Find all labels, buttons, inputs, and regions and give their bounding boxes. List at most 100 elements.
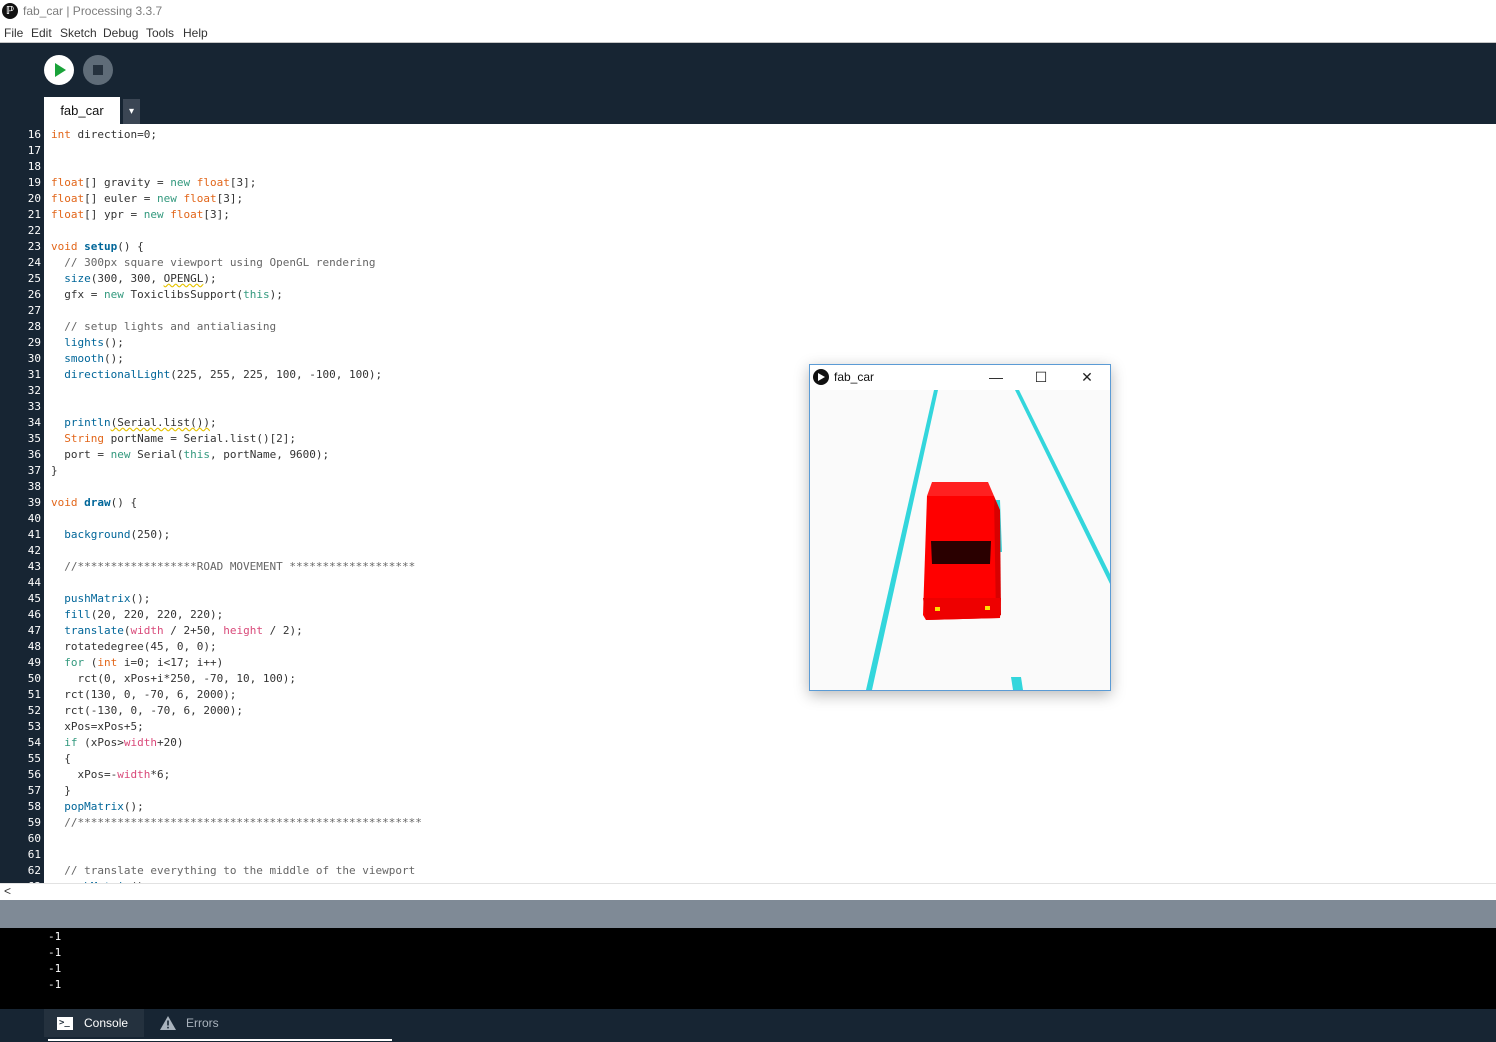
line-number: 22 xyxy=(27,224,41,237)
line-number: 17 xyxy=(27,144,41,157)
code-line: rct(0, xPos+i*250, -70, 10, 100); xyxy=(51,672,297,685)
play-icon xyxy=(55,63,66,77)
line-number: 58 xyxy=(27,800,41,813)
line-number: 60 xyxy=(27,832,41,845)
stop-button[interactable] xyxy=(83,55,113,85)
line-number: 36 xyxy=(27,448,41,461)
car-rear-window xyxy=(931,541,991,564)
line-number: 53 xyxy=(27,720,41,733)
line-number: 26 xyxy=(27,288,41,301)
editor-console-divider[interactable] xyxy=(0,900,1496,928)
car-roof xyxy=(927,482,994,496)
menu-file[interactable]: File xyxy=(4,26,23,40)
footer-tab-bar: >_ Console Errors xyxy=(0,1009,1496,1042)
car-tail-light-right xyxy=(985,606,990,610)
code-line: void draw() { xyxy=(51,496,138,509)
line-number: 38 xyxy=(27,480,41,493)
close-icon[interactable]: ✕ xyxy=(1064,365,1110,390)
line-number: 30 xyxy=(27,352,41,365)
line-number: 25 xyxy=(27,272,41,285)
line-number: 59 xyxy=(27,816,41,829)
car-tail-light-left xyxy=(935,607,940,611)
code-line: gfx = new ToxiclibsSupport(this); xyxy=(51,288,283,301)
code-line: xPos=xPos+5; xyxy=(51,720,144,733)
code-line: translate(width / 2+50, height / 2); xyxy=(64,624,303,637)
menu-edit[interactable]: Edit xyxy=(31,26,52,40)
menu-bar: File Edit Sketch Debug Tools Help xyxy=(0,24,1496,43)
line-number: 18 xyxy=(27,160,41,173)
console-line: -1 xyxy=(48,962,62,975)
line-number: 47 xyxy=(27,624,41,637)
sketch-window-title: fab_car xyxy=(834,370,875,384)
stop-icon xyxy=(93,65,103,75)
tab-console[interactable]: >_ Console xyxy=(44,1009,144,1037)
code-line: background(250); xyxy=(64,528,171,541)
console-line: -1 xyxy=(48,978,62,991)
line-number: 37 xyxy=(27,464,41,477)
line-number: 35 xyxy=(27,432,41,445)
code-line: rct(-130, 0, -70, 6, 2000); xyxy=(51,704,244,717)
tab-fab-car[interactable]: fab_car xyxy=(44,97,120,124)
console-line: -1 xyxy=(48,930,62,943)
toolbar: fab_car ▾ xyxy=(0,43,1496,124)
sketch-window-titlebar[interactable]: fab_car — ☐ ✕ xyxy=(810,365,1110,390)
code-editor[interactable]: int direction=0; float[] gravity = new fl… xyxy=(44,124,1496,883)
line-number: 39 xyxy=(27,496,41,509)
line-number: 34 xyxy=(27,416,41,429)
maximize-icon[interactable]: ☐ xyxy=(1018,365,1064,390)
window-titlebar: ℙ fab_car | Processing 3.3.7 xyxy=(0,0,1496,24)
menu-sketch[interactable]: Sketch xyxy=(60,26,97,40)
editor-horizontal-scrollbar[interactable]: < xyxy=(0,883,1496,900)
line-number: 23 xyxy=(27,240,41,253)
code-line: port = new Serial(this, portName, 9600); xyxy=(51,448,330,461)
code-line: } xyxy=(51,784,71,797)
code-line: { xyxy=(51,752,71,765)
code-line: lights(); xyxy=(64,336,124,349)
window-title: fab_car | Processing 3.3.7 xyxy=(23,4,163,18)
sketch-output-window[interactable]: fab_car — ☐ ✕ xyxy=(809,364,1111,691)
menu-debug[interactable]: Debug xyxy=(103,26,138,40)
run-button[interactable] xyxy=(44,55,74,85)
line-number: 20 xyxy=(27,192,41,205)
menu-tools[interactable]: Tools xyxy=(146,26,174,40)
code-line: if (xPos>width+20) xyxy=(64,736,184,749)
line-number: 33 xyxy=(27,400,41,413)
processing-app-icon: ℙ xyxy=(2,3,18,19)
car xyxy=(923,482,1001,620)
line-number: 57 xyxy=(27,784,41,797)
line-number: 27 xyxy=(27,304,41,317)
tab-errors[interactable]: Errors xyxy=(152,1009,232,1037)
console-output: -1 -1 -1 -1 xyxy=(0,928,1496,1009)
menu-help[interactable]: Help xyxy=(183,26,208,40)
code-line: // translate everything to the middle of… xyxy=(64,864,416,877)
scroll-left-icon[interactable]: < xyxy=(4,884,11,898)
code-line: rct(130, 0, -70, 6, 2000); xyxy=(51,688,237,701)
code-line: // 300px square viewport using OpenGL re… xyxy=(64,256,376,269)
console-lines: -1 -1 -1 -1 xyxy=(48,929,61,993)
code-line: for (int i=0; i<17; i++) xyxy=(64,656,224,669)
line-number: 19 xyxy=(27,176,41,189)
line-number: 45 xyxy=(27,592,41,605)
warning-icon xyxy=(160,1016,176,1030)
code-line: smooth(); xyxy=(64,352,124,365)
line-number: 44 xyxy=(27,576,41,589)
line-number-gutter: 16 17 18 19 20 21 22 23 24 25 26 27 28 29 30 31 32 33 34 35… xyxy=(0,124,44,883)
minimize-icon[interactable]: — xyxy=(973,365,1019,390)
code-line: pushMatrix(); xyxy=(64,592,151,605)
code-line: popMatrix(); xyxy=(64,800,144,813)
tab-menu-arrow-icon[interactable]: ▾ xyxy=(123,99,140,124)
code-line: float[] ypr = new float[3]; xyxy=(51,208,230,221)
sketch-canvas[interactable] xyxy=(810,390,1110,690)
line-number: 16 xyxy=(27,128,41,141)
line-number: 56 xyxy=(27,768,41,781)
line-number: 51 xyxy=(27,688,41,701)
